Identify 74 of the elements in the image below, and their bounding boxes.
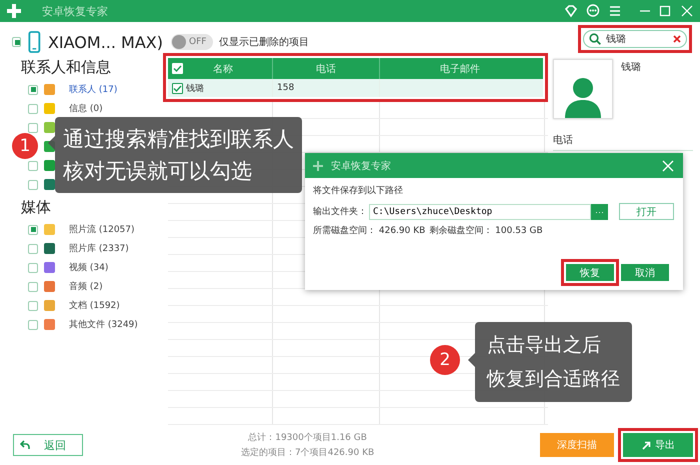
- open-button[interactable]: 打开: [619, 203, 674, 220]
- tooltip-text: 核对无误就可以勾选: [63, 158, 253, 185]
- checkbox[interactable]: [28, 180, 38, 190]
- section-heading: 媒体: [21, 198, 52, 217]
- back-arrow-icon: [20, 440, 30, 450]
- minimize-icon: [640, 10, 650, 12]
- checkbox[interactable]: [28, 300, 38, 310]
- checkbox[interactable]: [28, 224, 38, 234]
- diamond-icon: [564, 4, 578, 18]
- table-row[interactable]: 钱璐 158: [168, 79, 543, 97]
- plus-icon: [6, 3, 22, 19]
- plus-icon: [313, 160, 323, 170]
- tooltip-text: 恢复到合适路径: [487, 367, 620, 392]
- checkbox[interactable]: [28, 244, 38, 254]
- category-icon: [44, 243, 55, 254]
- export-arrow-icon: [641, 440, 651, 450]
- chat-icon: [586, 4, 600, 18]
- field-label: 电话: [553, 133, 693, 151]
- menu-icon: [608, 4, 622, 18]
- checkbox[interactable]: [28, 320, 38, 330]
- close-icon: [661, 158, 675, 172]
- recover-button[interactable]: 恢复: [566, 264, 614, 281]
- category-item[interactable]: 文档 (1592): [69, 299, 120, 312]
- category-item[interactable]: 照片库 (2337): [69, 242, 129, 255]
- table-cell: 158: [277, 83, 294, 93]
- free-space: 剩余磁盘空间： 100.53 GB: [429, 224, 543, 237]
- tooltip-text: 通过搜索精准找到联系人: [63, 126, 294, 153]
- step-badge: 1: [12, 133, 38, 159]
- browse-button[interactable]: ···: [591, 204, 608, 220]
- category-item[interactable]: 照片流 (12057): [69, 223, 135, 236]
- field-label: 输出文件夹：: [313, 206, 367, 218]
- search-field[interactable]: 钱璐: [583, 30, 687, 48]
- tooltip-text: 点击导出之后: [487, 333, 602, 358]
- category-icon: [44, 300, 55, 311]
- category-icon: [44, 224, 55, 235]
- folder-path-field[interactable]: C:\Users\zhuce\Desktop: [369, 204, 591, 220]
- category-item[interactable]: 联系人 (17): [69, 83, 118, 96]
- checkbox[interactable]: [28, 160, 38, 170]
- contact-name: 钱璐: [621, 61, 641, 74]
- clear-icon: [673, 35, 681, 43]
- category-icon: [44, 103, 55, 114]
- device-name: XIAOM... MAX): [48, 32, 163, 52]
- window-title: 安卓恢复专家: [42, 4, 109, 18]
- category-item[interactable]: 信息 (0): [69, 102, 103, 115]
- checkbox[interactable]: [28, 262, 38, 272]
- category-icon: [44, 319, 55, 330]
- dialog-title: 安卓恢复专家: [331, 160, 392, 172]
- category-item[interactable]: 视频 (34): [69, 261, 108, 274]
- dialog-prompt: 将文件保存到以下路径: [313, 184, 404, 197]
- checkbox[interactable]: [28, 122, 38, 132]
- search-icon: [589, 33, 601, 45]
- category-icon: [44, 262, 55, 273]
- checkbox[interactable]: [28, 84, 38, 94]
- category-icon: [44, 84, 55, 95]
- maximize-icon: [658, 4, 672, 18]
- checkbox[interactable]: [28, 282, 38, 292]
- category-icon: [44, 281, 55, 292]
- toggle-label: 仅显示已删除的项目: [219, 36, 309, 48]
- total-summary: 总计：19300个项目1.16 GB: [248, 432, 367, 444]
- step-badge: 2: [430, 345, 460, 375]
- back-button[interactable]: 返回: [13, 434, 83, 456]
- required-space: 所需磁盘空间： 426.90 KB: [313, 224, 426, 237]
- selected-summary: 选定的项目：7个项目426.90 KB: [241, 446, 374, 459]
- category-item[interactable]: 其他文件 (3249): [69, 318, 138, 331]
- section-heading: 联系人和信息: [21, 58, 112, 77]
- toggle-switch[interactable]: OFF: [171, 34, 213, 50]
- cancel-button[interactable]: 取消: [621, 264, 669, 281]
- device-checkbox[interactable]: [12, 37, 22, 47]
- category-item[interactable]: 音频 (2): [69, 280, 103, 293]
- close-icon: [680, 4, 694, 18]
- phone-icon: [28, 30, 41, 54]
- table-cell-text: 钱璐: [186, 82, 204, 94]
- checkbox[interactable]: [172, 82, 183, 94]
- checkbox[interactable]: [28, 104, 38, 114]
